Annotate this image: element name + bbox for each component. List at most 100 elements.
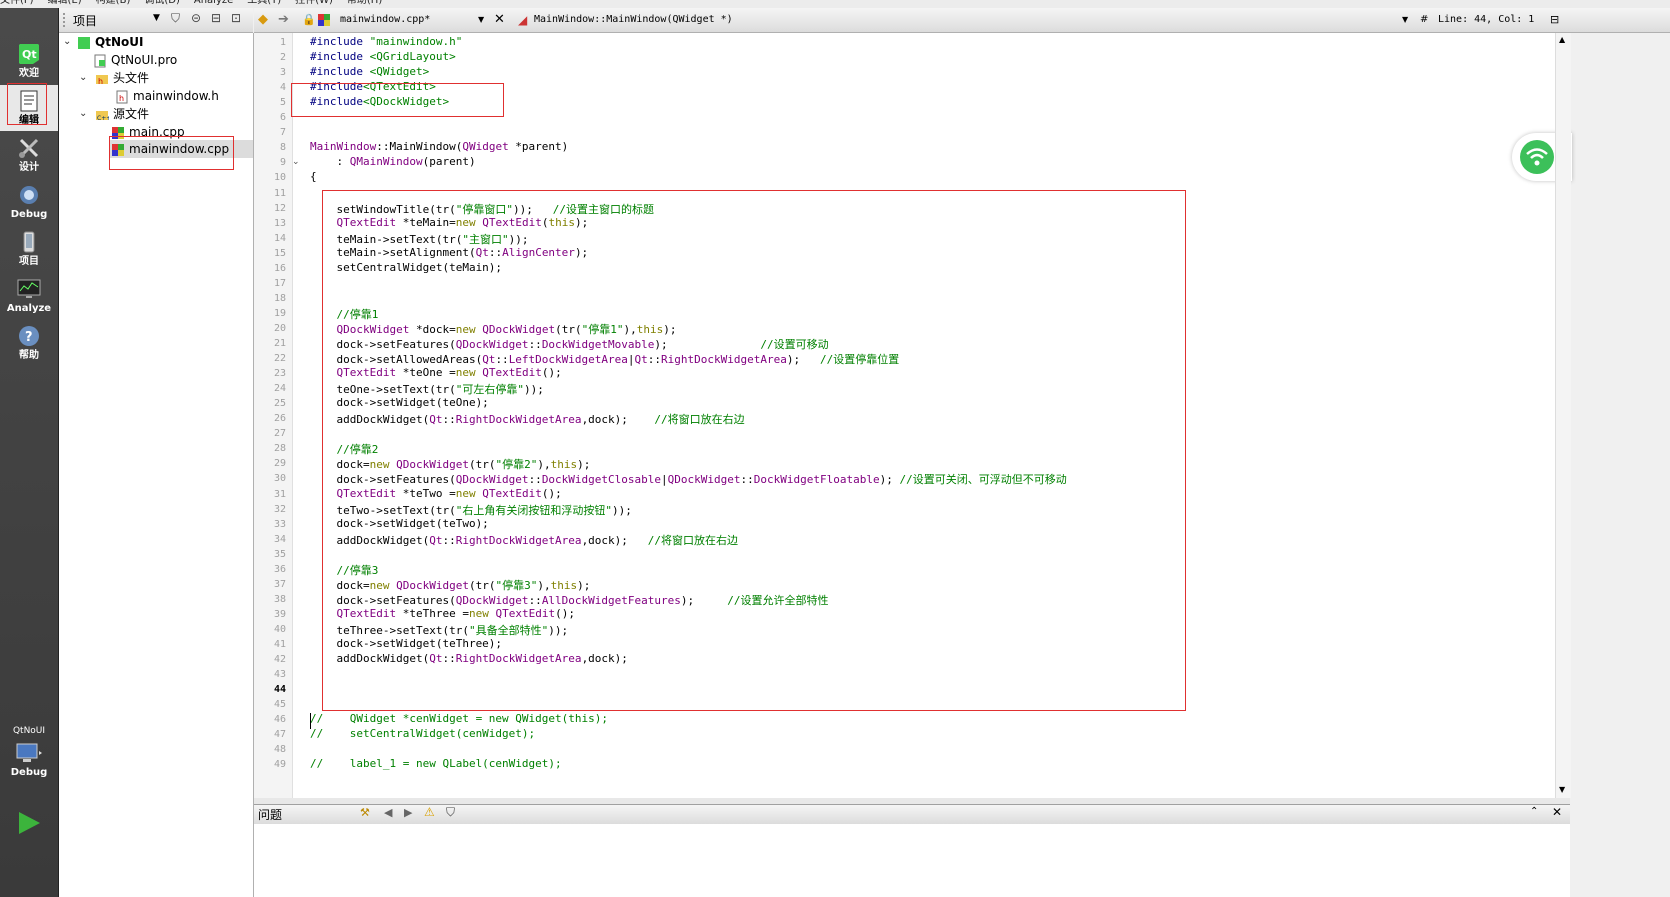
scroll-down-icon[interactable]: ▼ bbox=[1559, 785, 1565, 794]
menu-item[interactable]: 编辑(E) bbox=[48, 0, 82, 6]
code-line[interactable]: setWindowTitle(tr("停靠窗口")); //设置主窗口的标题 bbox=[310, 201, 653, 217]
menu-item[interactable]: 控件(W) bbox=[295, 0, 333, 6]
tree-item-pro[interactable]: QtNoUI.pro bbox=[93, 51, 177, 69]
forward-arrow-icon[interactable]: ➔ bbox=[278, 8, 289, 32]
mode-projects[interactable]: 项目 bbox=[0, 226, 58, 272]
mode-analyze[interactable]: Analyze bbox=[0, 273, 58, 319]
code-line[interactable]: dock->setFeatures(QDockWidget::DockWidge… bbox=[310, 471, 1066, 487]
prev-arrow-icon[interactable]: ◀ bbox=[384, 806, 392, 819]
split-editor-icon[interactable]: ⊟ bbox=[1550, 8, 1559, 32]
code-line[interactable]: #include "mainwindow.h" bbox=[310, 35, 462, 48]
function-selector[interactable]: MainWindow::MainWindow(QWidget *) bbox=[534, 8, 733, 32]
code-line[interactable]: MainWindow::MainWindow(QWidget *parent) bbox=[310, 140, 568, 153]
code-line[interactable]: addDockWidget(Qt::RightDockWidgetArea,do… bbox=[310, 532, 738, 548]
chevron-down-icon[interactable]: ▼ bbox=[153, 13, 160, 23]
tree-item-mainwindow-cpp[interactable]: mainwindow.cpp bbox=[109, 140, 253, 158]
code-line[interactable]: teOne->setText(tr("可左右停靠")); bbox=[310, 381, 543, 397]
menu-item[interactable]: Analyze bbox=[194, 0, 233, 6]
code-line[interactable]: // setCentralWidget(cenWidget); bbox=[310, 727, 535, 740]
link-icon[interactable]: ⊝ bbox=[191, 11, 201, 25]
close-pane-icon[interactable]: ✕ bbox=[1552, 805, 1562, 819]
filter-icon[interactable]: ⛉ bbox=[446, 805, 455, 820]
code-token: *parent) bbox=[508, 140, 569, 154]
code-line[interactable]: #include<QDockWidget> bbox=[310, 95, 449, 108]
code-line[interactable]: //停靠2 bbox=[310, 441, 379, 457]
fold-marker-icon[interactable]: ⌄ bbox=[292, 157, 300, 167]
run-button[interactable] bbox=[14, 808, 44, 838]
mode-welcome[interactable]: Qt 欢迎 bbox=[0, 38, 58, 84]
menu-item[interactable]: 调试(D) bbox=[144, 0, 180, 6]
code-line[interactable]: // QWidget *cenWidget = new QWidget(this… bbox=[310, 712, 608, 725]
kit-selector[interactable]: QtNoUI Debug bbox=[0, 726, 58, 796]
code-line[interactable]: //停靠3 bbox=[310, 562, 379, 578]
code-token: new bbox=[369, 578, 390, 592]
expand-arrow-icon[interactable]: ⌄ bbox=[79, 73, 89, 83]
code-line[interactable]: dock->setAllowedAreas(Qt::LeftDockWidget… bbox=[310, 351, 899, 367]
mode-debug[interactable]: Debug bbox=[0, 179, 58, 225]
cursor-position[interactable]: Line: 44, Col: 1 bbox=[1438, 8, 1534, 32]
code-line[interactable]: teTwo->setText(tr("右上角有关闭按钮和浮动按钮")); bbox=[310, 502, 631, 518]
encoding-hash[interactable]: # bbox=[1420, 8, 1428, 32]
tree-item-mainwindow-h[interactable]: h mainwindow.h bbox=[115, 87, 219, 105]
mode-edit[interactable]: 编辑 bbox=[0, 85, 58, 131]
code-line[interactable]: QTextEdit *teMain=new QTextEdit(this); bbox=[310, 216, 589, 229]
code-line[interactable]: QDockWidget *dock=new QDockWidget(tr("停靠… bbox=[310, 321, 677, 337]
code-line[interactable]: #include <QWidget> bbox=[310, 65, 429, 78]
build-issues-icon[interactable]: ⚒ bbox=[360, 806, 370, 819]
code-line[interactable]: dock=new QDockWidget(tr("停靠2"),this); bbox=[310, 456, 590, 472]
close-panel-icon[interactable]: ⊡ bbox=[231, 11, 241, 25]
code-line[interactable]: teMain->setText(tr("主窗口")); bbox=[310, 231, 528, 247]
code-line[interactable]: teThree->setText(tr("具备全部特性")); bbox=[310, 622, 568, 638]
code-token: //设置允许全部特性 bbox=[727, 593, 829, 607]
warning-icon[interactable]: ⚠ bbox=[424, 805, 435, 819]
code-token: dock->setWidget(teOne); bbox=[310, 396, 489, 410]
menu-item[interactable]: 文件(F) bbox=[0, 0, 34, 6]
split-icon[interactable]: ⊟ bbox=[211, 11, 221, 25]
code-line[interactable]: QTextEdit *teTwo =new QTextEdit(); bbox=[310, 487, 562, 500]
filter-icon[interactable]: ⛉ bbox=[171, 11, 180, 26]
tree-item-project[interactable]: ⌄ QtNoUI bbox=[63, 33, 143, 51]
menu-item[interactable]: 构建(B) bbox=[96, 0, 131, 6]
mode-help[interactable]: ? 帮助 bbox=[0, 320, 58, 366]
code-line[interactable]: dock=new QDockWidget(tr("停靠3"),this); bbox=[310, 577, 590, 593]
menu-item[interactable]: 工具(T) bbox=[247, 0, 281, 6]
code-line[interactable]: addDockWidget(Qt::RightDockWidgetArea,do… bbox=[310, 652, 627, 665]
code-line[interactable]: // label_1 = new QLabel(cenWidget); bbox=[310, 757, 562, 770]
maximize-pane-icon[interactable]: ⌃ bbox=[1530, 806, 1538, 817]
code-line[interactable]: #include <QGridLayout> bbox=[310, 50, 456, 63]
code-line[interactable]: dock->setWidget(teThree); bbox=[310, 637, 502, 650]
code-line[interactable]: //停靠1 bbox=[310, 306, 379, 322]
mode-design[interactable]: 设计 bbox=[0, 132, 58, 178]
code-line[interactable]: QTextEdit *teOne =new QTextEdit(); bbox=[310, 366, 562, 379]
scroll-up-icon[interactable]: ▲ bbox=[1559, 35, 1565, 44]
code-line[interactable]: : QMainWindow(parent) bbox=[310, 155, 475, 168]
code-token: dock->setFeatures( bbox=[310, 593, 456, 607]
tree-item-main-cpp[interactable]: main.cpp bbox=[111, 123, 185, 141]
tree-item-sources[interactable]: ⌄ C++ 源文件 bbox=[79, 105, 149, 123]
output-pane-body[interactable] bbox=[254, 824, 1570, 897]
code-line[interactable]: #include<QTextEdit> bbox=[310, 80, 436, 93]
tree-item-headers[interactable]: ⌄ h 头文件 bbox=[79, 69, 149, 87]
expand-arrow-icon[interactable]: ⌄ bbox=[79, 109, 89, 119]
code-line[interactable]: dock->setWidget(teOne); bbox=[310, 396, 489, 410]
menu-item[interactable]: 帮助(H) bbox=[347, 0, 382, 6]
code-line[interactable]: teMain->setAlignment(Qt::AlignCenter); bbox=[310, 246, 588, 259]
code-line[interactable]: dock->setWidget(teTwo); bbox=[310, 517, 488, 530]
code-editor[interactable]: 1 2 3 4 5 6 7 8 9 10 11 12 13 14 15 16 17 18 19 20 21 22 23 24 2… bbox=[254, 33, 1555, 798]
code-line[interactable]: { bbox=[310, 170, 317, 183]
chevron-down-icon[interactable]: ▼ bbox=[478, 8, 484, 32]
file-tab-label[interactable]: mainwindow.cpp* bbox=[340, 8, 430, 32]
code-token: addDockWidget( bbox=[310, 413, 430, 427]
chevron-down-icon[interactable]: ▼ bbox=[1402, 8, 1408, 32]
vertical-scrollbar[interactable]: ▲ ▼ bbox=[1555, 33, 1571, 798]
close-file-icon[interactable]: ✕ bbox=[494, 8, 505, 32]
code-line[interactable]: QTextEdit *teThree =new QTextEdit(); bbox=[310, 607, 575, 620]
code-line[interactable]: dock->setFeatures(QDockWidget::DockWidge… bbox=[310, 336, 828, 352]
next-arrow-icon[interactable]: ▶ bbox=[404, 806, 412, 819]
grip-handle-icon[interactable] bbox=[63, 13, 73, 27]
expand-arrow-icon[interactable]: ⌄ bbox=[63, 37, 73, 47]
back-arrow-icon[interactable]: ◆ bbox=[258, 8, 268, 32]
code-line[interactable]: addDockWidget(Qt::RightDockWidgetArea,do… bbox=[310, 411, 744, 427]
code-line[interactable]: dock->setFeatures(QDockWidget::AllDockWi… bbox=[310, 592, 829, 608]
code-line[interactable]: setCentralWidget(teMain); bbox=[310, 261, 502, 274]
